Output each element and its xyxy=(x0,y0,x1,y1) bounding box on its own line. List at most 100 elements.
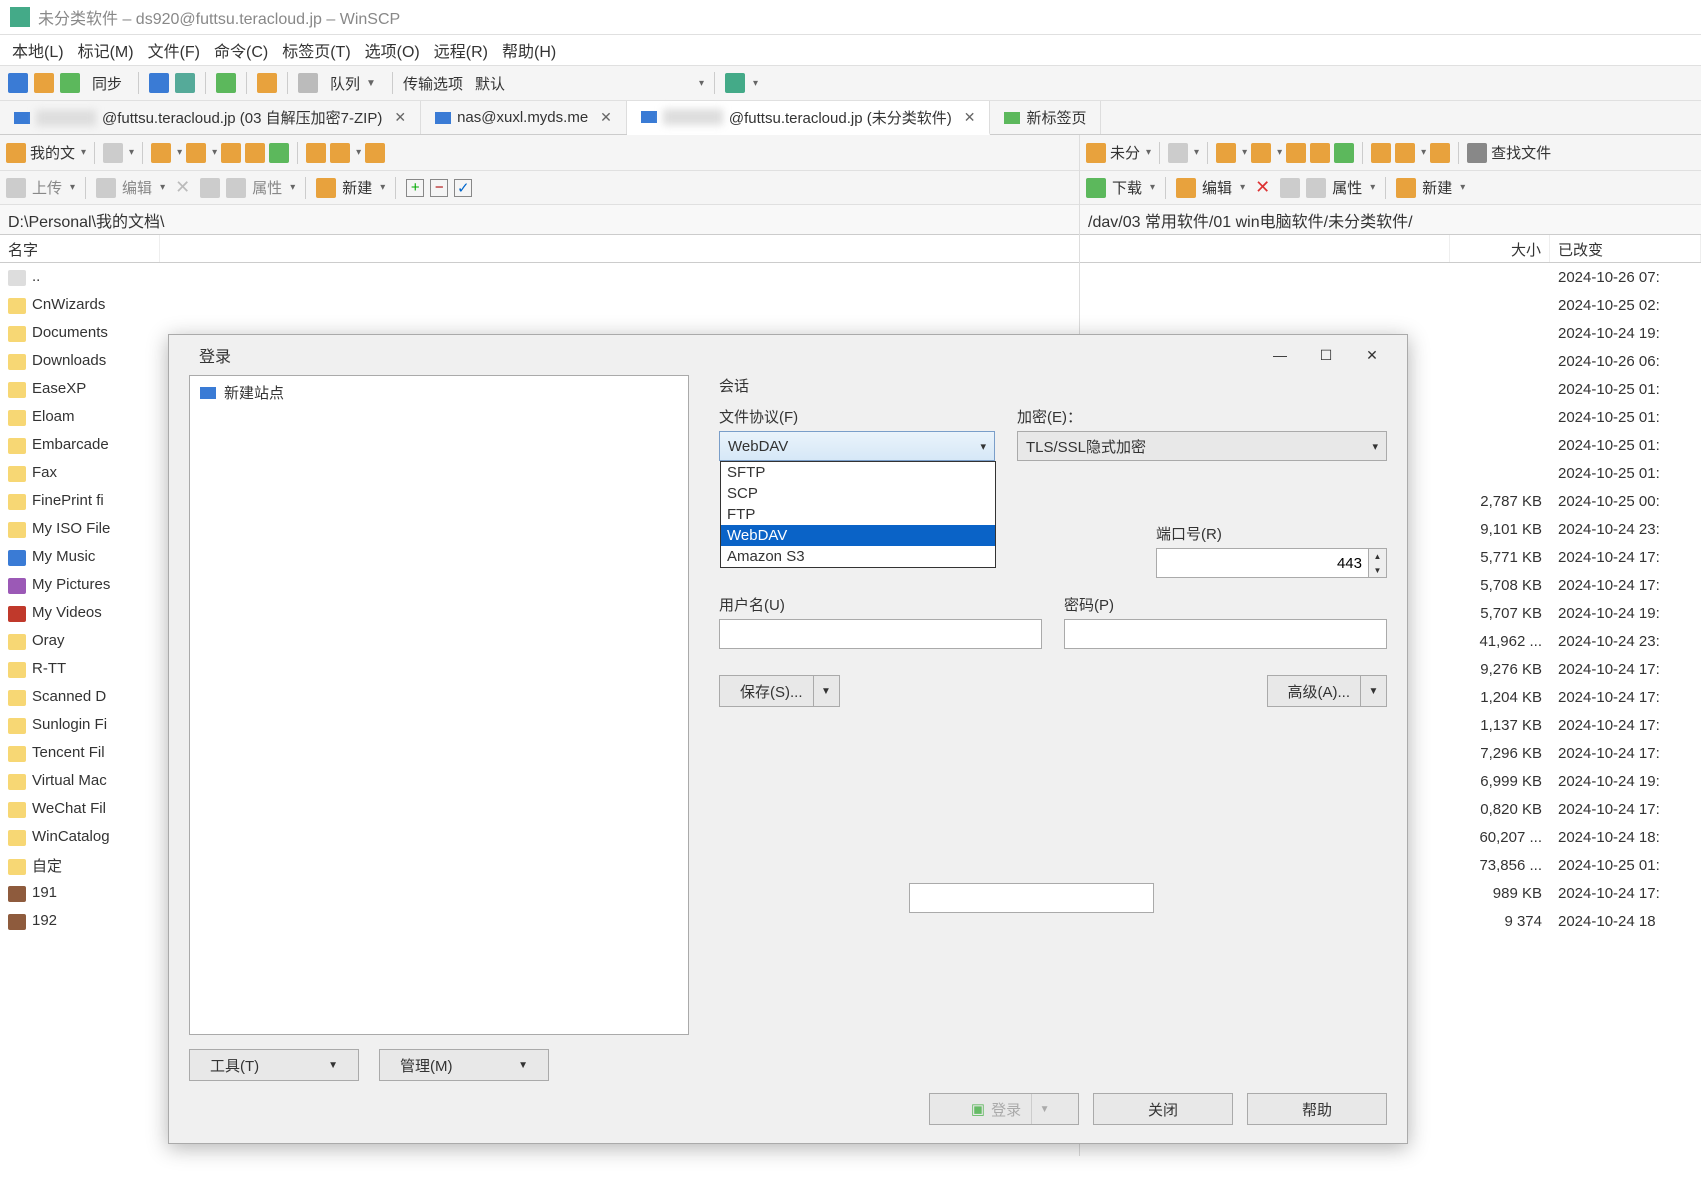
refresh-icon[interactable] xyxy=(34,73,54,93)
drive-label[interactable]: 我的文 xyxy=(30,142,75,163)
check-icon[interactable]: ✓ xyxy=(454,179,472,197)
menu-remote[interactable]: 远程(R) xyxy=(434,38,488,62)
refresh-icon[interactable] xyxy=(1334,143,1354,163)
col-modified[interactable]: 已改变 xyxy=(1550,235,1701,262)
tab-new[interactable]: 新标签页 xyxy=(990,101,1101,134)
edit-icon[interactable] xyxy=(96,178,116,198)
help-button[interactable]: 帮助 xyxy=(1247,1093,1387,1125)
drive-label[interactable]: 未分 xyxy=(1110,142,1140,163)
username-input[interactable] xyxy=(719,619,1042,649)
protocol-option[interactable]: FTP xyxy=(721,504,995,525)
tools-button[interactable]: 工具(T)▼ xyxy=(189,1049,359,1081)
password-input[interactable] xyxy=(1064,619,1387,649)
drive-icon[interactable] xyxy=(6,143,26,163)
edit-icon[interactable] xyxy=(1176,178,1196,198)
props-button[interactable]: 属性 xyxy=(252,177,282,198)
forward-icon[interactable] xyxy=(1251,143,1271,163)
new-button[interactable]: 新建 xyxy=(1422,177,1452,198)
edit-button[interactable]: 编辑 xyxy=(122,177,152,198)
transfer-dropdown[interactable]: ▾ xyxy=(699,78,704,89)
file-row[interactable]: .. xyxy=(0,263,1079,291)
back-icon[interactable] xyxy=(1216,143,1236,163)
copy-icon[interactable] xyxy=(200,178,220,198)
maximize-button[interactable]: ☐ xyxy=(1303,339,1349,371)
plus-icon[interactable]: + xyxy=(406,179,424,197)
protocol-combo[interactable]: WebDAV▾ SFTP SCP FTP WebDAV Amazon S3 xyxy=(719,431,995,461)
bookmark2-icon[interactable] xyxy=(1395,143,1415,163)
sync-icon[interactable] xyxy=(60,73,80,93)
tab-session-3[interactable]: @futtsu.teracloud.jp (未分类软件) ✕ xyxy=(627,101,991,135)
copy-icon[interactable] xyxy=(1280,178,1300,198)
menu-file[interactable]: 文件(F) xyxy=(148,38,200,62)
file-row[interactable]: CnWizards xyxy=(0,291,1079,319)
tab-session-1[interactable]: @futtsu.teracloud.jp (03 自解压加密7-ZIP) ✕ xyxy=(0,101,421,134)
encryption-combo[interactable]: TLS/SSL隐式加密▾ xyxy=(1017,431,1387,461)
remote-path[interactable]: /dav/03 常用软件/01 win电脑软件/未分类软件/ xyxy=(1080,205,1701,235)
filter-icon[interactable] xyxy=(103,143,123,163)
col-size[interactable]: 大小 xyxy=(1450,235,1550,262)
port-input[interactable]: ▲▼ xyxy=(1156,548,1387,578)
props-button[interactable]: 属性 xyxy=(1332,177,1362,198)
protocol-option[interactable]: WebDAV xyxy=(721,525,995,546)
close-icon[interactable]: ✕ xyxy=(394,109,406,126)
menu-tabs[interactable]: 标签页(T) xyxy=(282,38,350,62)
close-button[interactable]: ✕ xyxy=(1349,339,1395,371)
back-icon[interactable] xyxy=(151,143,171,163)
spin-up[interactable]: ▲ xyxy=(1369,549,1386,563)
settings-icon[interactable] xyxy=(257,73,277,93)
props-icon[interactable] xyxy=(1306,178,1326,198)
spin-down[interactable]: ▼ xyxy=(1369,563,1386,577)
protocol-option[interactable]: SCP xyxy=(721,483,995,504)
new-site-item[interactable]: 新建站点 xyxy=(190,376,688,409)
protocol-option[interactable]: SFTP xyxy=(721,462,995,483)
menu-options[interactable]: 选项(O) xyxy=(365,38,420,62)
file-row[interactable]: 2024-10-26 07: xyxy=(1080,263,1701,291)
bookmark3-icon[interactable] xyxy=(365,143,385,163)
menu-mark[interactable]: 标记(M) xyxy=(78,38,134,62)
menu-help[interactable]: 帮助(H) xyxy=(502,38,556,62)
transfer-default[interactable]: 默认 xyxy=(475,73,505,94)
reload-icon[interactable] xyxy=(216,73,236,93)
download-button[interactable]: 下载 xyxy=(1112,177,1142,198)
home-icon[interactable] xyxy=(1310,143,1330,163)
find-files-button[interactable]: 查找文件 xyxy=(1491,142,1551,163)
bookmark2-icon[interactable] xyxy=(330,143,350,163)
compare-icon[interactable] xyxy=(149,73,169,93)
delete-icon[interactable]: ✕ xyxy=(1255,177,1270,198)
new-icon[interactable] xyxy=(1396,178,1416,198)
filter-icon[interactable] xyxy=(1168,143,1188,163)
edit-button[interactable]: 编辑 xyxy=(1202,177,1232,198)
up-icon[interactable] xyxy=(221,143,241,163)
home-icon[interactable] xyxy=(245,143,265,163)
forward-icon[interactable] xyxy=(186,143,206,163)
props-icon[interactable] xyxy=(226,178,246,198)
login-button[interactable]: ▣ 登录▼ xyxy=(929,1093,1079,1125)
protocol-option[interactable]: Amazon S3 xyxy=(721,546,995,567)
menu-local[interactable]: 本地(L) xyxy=(12,38,64,62)
advanced-button[interactable]: 高级(A)...▼ xyxy=(1267,675,1388,707)
file-row[interactable]: 2024-10-25 02: xyxy=(1080,291,1701,319)
save-button[interactable]: 保存(S)...▼ xyxy=(719,675,840,707)
minimize-button[interactable]: — xyxy=(1257,339,1303,371)
download-icon[interactable] xyxy=(1086,178,1106,198)
manage-button[interactable]: 管理(M)▼ xyxy=(379,1049,549,1081)
queue-icon[interactable] xyxy=(298,73,318,93)
up-icon[interactable] xyxy=(1286,143,1306,163)
local-path[interactable]: D:\Personal\我的文档\ xyxy=(0,205,1079,235)
menu-command[interactable]: 命令(C) xyxy=(214,38,268,62)
new-button[interactable]: 新建 xyxy=(342,177,372,198)
bookmark-icon[interactable] xyxy=(1371,143,1391,163)
delete-icon[interactable]: ✕ xyxy=(175,177,190,198)
host-input[interactable] xyxy=(909,883,1154,913)
refresh-icon[interactable] xyxy=(269,143,289,163)
terminal-icon[interactable] xyxy=(175,73,195,93)
bookmark3-icon[interactable] xyxy=(1430,143,1450,163)
drive-icon[interactable] xyxy=(1086,143,1106,163)
minus-icon[interactable]: − xyxy=(430,179,448,197)
close-dialog-button[interactable]: 关闭 xyxy=(1093,1093,1233,1125)
new-icon[interactable] xyxy=(316,178,336,198)
bookmark-icon[interactable] xyxy=(306,143,326,163)
sync-browse-icon[interactable] xyxy=(8,73,28,93)
close-icon[interactable]: ✕ xyxy=(964,109,976,126)
tab-session-2[interactable]: nas@xuxl.myds.me ✕ xyxy=(421,101,627,134)
